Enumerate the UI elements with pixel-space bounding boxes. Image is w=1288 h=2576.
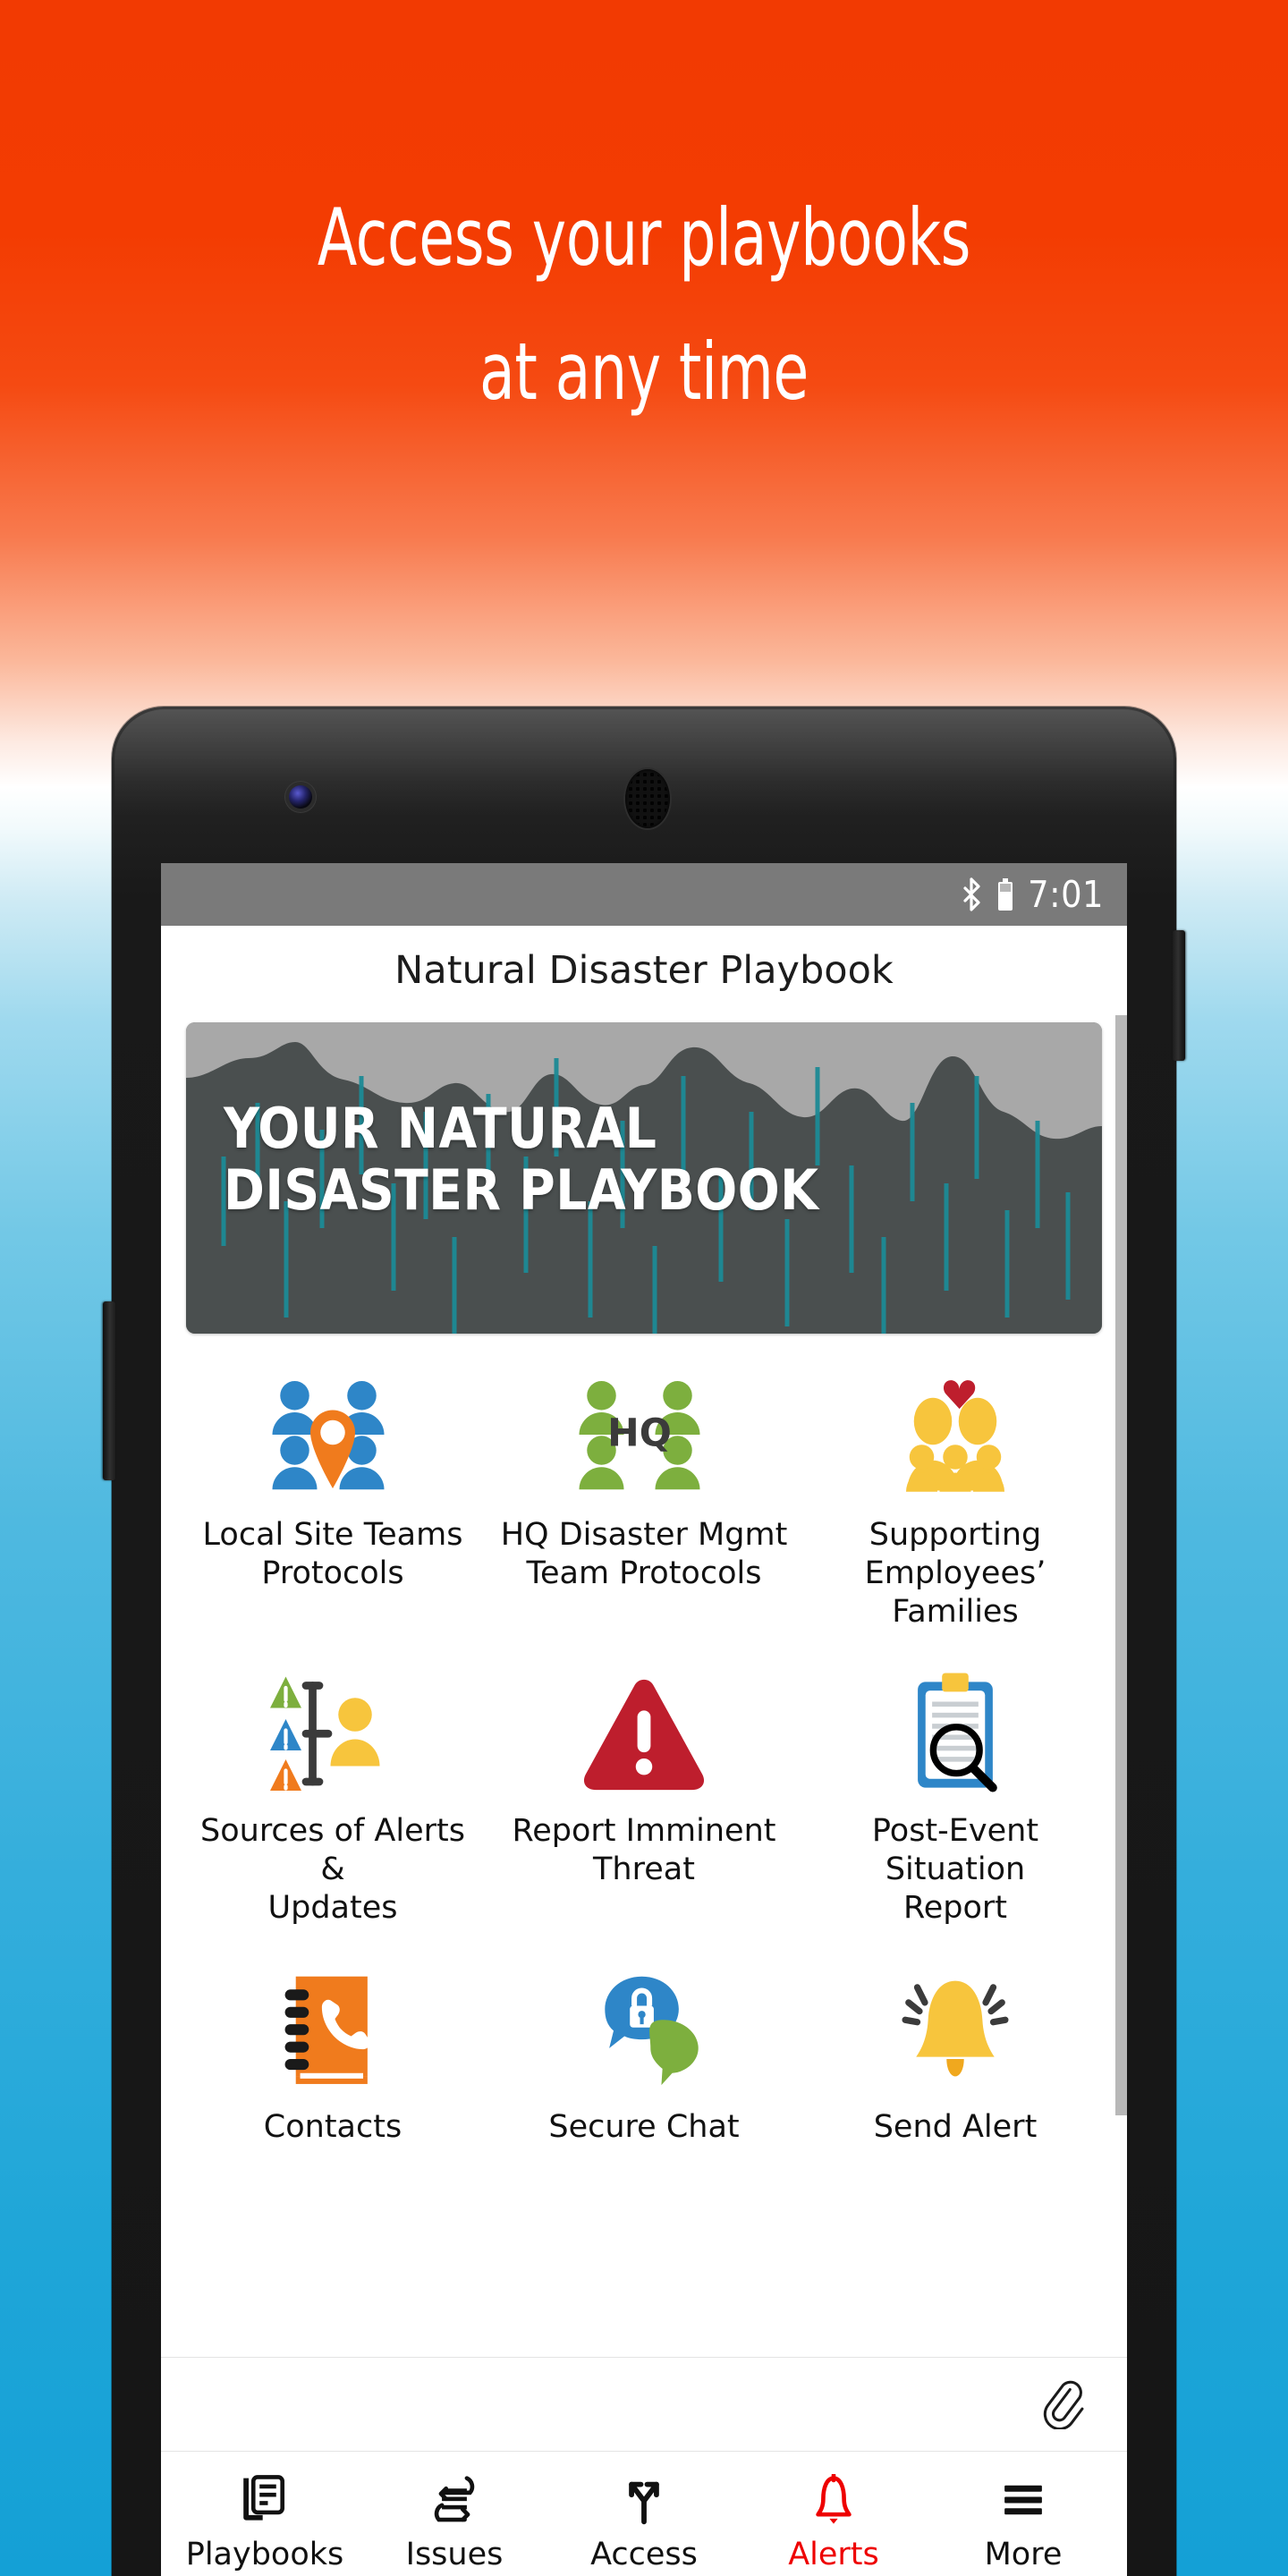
tile-label: HQ Disaster Mgmt Team Protocols bbox=[500, 1517, 788, 1592]
nav-item-issues[interactable]: Issues bbox=[365, 2465, 544, 2572]
playbook-banner[interactable]: YOUR NATURAL DISASTER PLAYBOOK bbox=[186, 1022, 1102, 1334]
tile-label: Supporting Employees’ Families bbox=[864, 1517, 1046, 1631]
secure-chat-icon bbox=[569, 1962, 719, 2096]
issues-icon bbox=[429, 2472, 479, 2528]
tile-send-alert[interactable]: Send Alert bbox=[800, 1949, 1111, 2161]
tile-secure-chat[interactable]: Secure Chat bbox=[488, 1949, 800, 2161]
tile-label: Send Alert bbox=[873, 2109, 1038, 2146]
nav-label: Playbooks bbox=[185, 2537, 344, 2572]
tile-local-site-teams[interactable]: Local Site Teams Protocols bbox=[177, 1357, 488, 1646]
tile-label: Local Site Teams Protocols bbox=[202, 1517, 463, 1592]
banner-text: YOUR NATURAL DISASTER PLAYBOOK bbox=[224, 1097, 1075, 1222]
clipboard-search-icon bbox=[880, 1665, 1030, 1800]
alert-sources-icon bbox=[258, 1665, 408, 1800]
contacts-book-icon bbox=[258, 1962, 408, 2096]
status-bar: 7:01 bbox=[161, 863, 1127, 926]
hamburger-menu-icon bbox=[998, 2472, 1048, 2528]
nav-item-more[interactable]: More bbox=[934, 2465, 1113, 2572]
nav-label: Alerts bbox=[788, 2537, 879, 2572]
tile-post-event-report[interactable]: Post-Event Situation Report bbox=[800, 1653, 1111, 1942]
hq-team-icon: HQ bbox=[569, 1369, 719, 1504]
banner-line-1: YOUR NATURAL bbox=[224, 1096, 657, 1161]
family-support-icon bbox=[880, 1369, 1030, 1504]
earpiece-speaker-icon bbox=[625, 769, 670, 828]
bottom-navigation-bar: Playbooks Issues Access Alerts More bbox=[161, 2452, 1127, 2576]
paperclip-icon[interactable] bbox=[1039, 2379, 1089, 2429]
svg-text:HQ: HQ bbox=[607, 1411, 672, 1455]
tile-report-imminent-threat[interactable]: Report Imminent Threat bbox=[488, 1653, 800, 1942]
volume-button[interactable] bbox=[103, 1301, 115, 1480]
tile-contacts[interactable]: Contacts bbox=[177, 1949, 488, 2161]
front-camera-icon bbox=[289, 785, 312, 809]
promo-screenshot: Access your playbooks at any time 7:01 N… bbox=[0, 0, 1288, 2576]
page-title: Natural Disaster Playbook bbox=[394, 948, 894, 993]
vertical-scrollbar[interactable] bbox=[1115, 1015, 1127, 2115]
tile-label: Post-Event Situation Report bbox=[871, 1813, 1039, 1927]
tile-hq-disaster-mgmt[interactable]: HQ HQ Disaster Mgmt Team Protocols bbox=[488, 1357, 800, 1646]
nav-label: Access bbox=[590, 2537, 698, 2572]
bell-icon bbox=[809, 2472, 859, 2528]
battery-icon bbox=[998, 878, 1013, 911]
phone-frame: 7:01 Natural Disaster Playbook YOUR NATU… bbox=[103, 707, 1185, 2576]
bell-alert-icon bbox=[880, 1962, 1030, 2096]
content-scroll-area[interactable]: YOUR NATURAL DISASTER PLAYBOOK Local Sit… bbox=[161, 1015, 1127, 2357]
nav-label: More bbox=[984, 2537, 1063, 2572]
app-bar: Natural Disaster Playbook bbox=[161, 926, 1127, 1015]
power-button[interactable] bbox=[1173, 930, 1185, 1061]
tile-label: Sources of Alerts & Updates bbox=[200, 1813, 465, 1927]
nav-label: Issues bbox=[405, 2537, 504, 2572]
playbook-tile-grid: Local Site Teams Protocols HQ HQ Disaste… bbox=[161, 1334, 1127, 2161]
tile-supporting-families[interactable]: Supporting Employees’ Families bbox=[800, 1357, 1111, 1646]
tile-label: Report Imminent Threat bbox=[512, 1813, 776, 1888]
status-bar-clock: 7:01 bbox=[1028, 873, 1104, 916]
nav-item-alerts[interactable]: Alerts bbox=[744, 2465, 923, 2572]
playbooks-icon bbox=[240, 2472, 290, 2528]
tile-label: Contacts bbox=[263, 2109, 402, 2146]
nav-item-playbooks[interactable]: Playbooks bbox=[175, 2465, 354, 2572]
site-teams-icon bbox=[258, 1369, 408, 1504]
phone-screen: 7:01 Natural Disaster Playbook YOUR NATU… bbox=[161, 863, 1127, 2576]
promo-headline: Access your playbooks at any time bbox=[116, 199, 1173, 411]
warning-triangle-icon bbox=[569, 1665, 719, 1800]
nav-item-access[interactable]: Access bbox=[555, 2465, 733, 2572]
tile-sources-of-alerts[interactable]: Sources of Alerts & Updates bbox=[177, 1653, 488, 1942]
attachment-toolbar bbox=[161, 2357, 1127, 2452]
access-fork-icon bbox=[619, 2472, 669, 2528]
headline-line-1: Access your playbooks bbox=[317, 191, 971, 284]
tile-label: Secure Chat bbox=[548, 2109, 740, 2146]
headline-line-2: at any time bbox=[479, 326, 809, 418]
banner-line-2: DISASTER PLAYBOOK bbox=[224, 1157, 819, 1224]
bluetooth-icon bbox=[963, 877, 980, 911]
